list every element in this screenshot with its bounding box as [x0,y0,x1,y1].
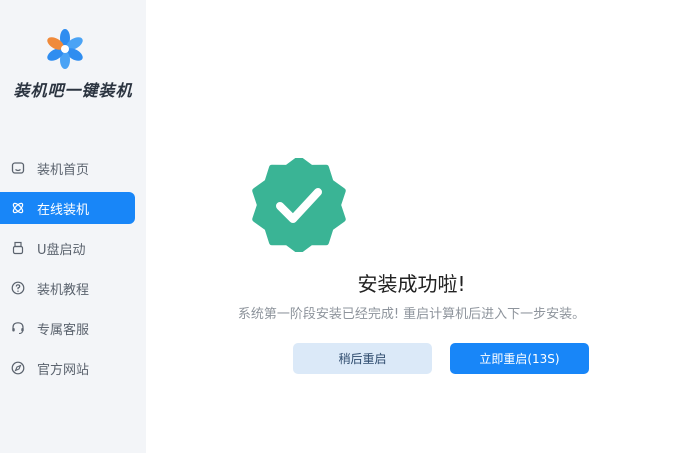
sidebar-item-online-install[interactable]: 在线装机 [0,192,135,224]
pinwheel-logo-icon [47,29,83,69]
headset-icon [11,321,25,335]
home-icon [11,161,25,175]
sidebar-item-label: 装机教程 [37,282,90,298]
app-logo [44,27,86,69]
restart-now-button[interactable]: 立即重启(13S) [450,343,589,374]
sidebar-item-home[interactable]: 装机首页 [0,152,135,184]
restart-later-button[interactable]: 稍后重启 [293,343,432,374]
atom-icon [11,201,25,215]
sidebar-item-label: 专属客服 [37,322,90,338]
main-panel [146,0,677,453]
sidebar: 装机吧一键装机 装机首页 在线装机 U盘启动 装机教程 专属客服 官方网站 [0,0,146,453]
sidebar-item-website[interactable]: 官方网站 [0,352,135,384]
success-title: 安装成功啦! [357,272,466,296]
sidebar-item-label: 在线装机 [37,202,90,218]
app-name: 装机吧一键装机 [13,81,133,100]
sidebar-item-usb-boot[interactable]: U盘启动 [0,232,135,264]
sidebar-item-support[interactable]: 专属客服 [0,312,135,344]
sidebar-item-label: U盘启动 [37,242,86,258]
usb-drive-icon [11,241,25,255]
success-message: 系统第一阶段安装已经完成! 重启计算机后进入下一步安装。 [237,307,586,322]
sidebar-item-label: 官方网站 [37,362,90,378]
compass-icon [11,361,25,375]
question-circle-icon [11,281,25,295]
sidebar-item-label: 装机首页 [37,162,90,178]
check-badge-icon [252,156,346,254]
sidebar-item-tutorial[interactable]: 装机教程 [0,272,135,304]
